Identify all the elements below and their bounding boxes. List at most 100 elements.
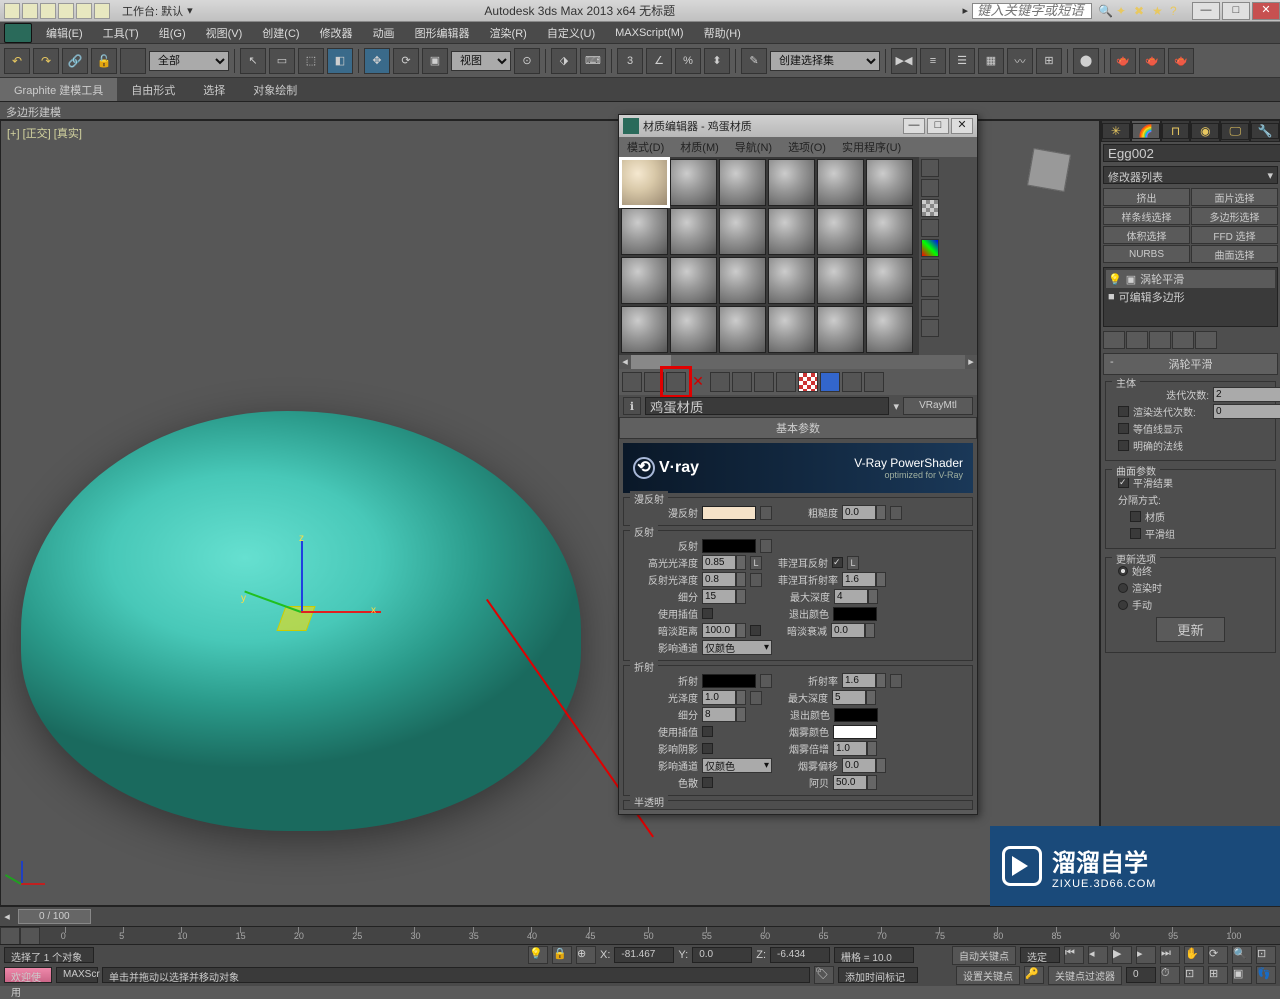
make-unique-button[interactable] [732, 372, 752, 392]
iterations-spinner[interactable] [1213, 387, 1263, 402]
gizmo-y-axis[interactable] [244, 591, 301, 613]
play-button[interactable]: ▶ [1112, 946, 1132, 964]
walk-button[interactable]: 👣 [1256, 966, 1276, 984]
material-slot-18[interactable] [866, 257, 913, 304]
trackbar-toggle-icon[interactable] [0, 927, 20, 945]
material-slot-10[interactable] [768, 208, 815, 255]
stack-editablepoly[interactable]: ■ 可编辑多边形 [1106, 288, 1275, 306]
isolate-button[interactable]: 🔒 [552, 946, 572, 964]
refr-gloss-map-button[interactable] [750, 691, 762, 705]
material-slot-7[interactable] [621, 208, 668, 255]
roughness-map-button[interactable] [890, 506, 902, 520]
material-slot-scrollbar[interactable]: ◂ ▸ [619, 355, 977, 369]
menu-customize[interactable]: 自定义(U) [537, 25, 605, 41]
update-manual-radio[interactable] [1118, 600, 1128, 610]
arc-rotate-button[interactable]: ⟳ [1208, 946, 1228, 964]
refl-subdiv-spinner[interactable] [702, 589, 746, 604]
spinner-snap-button[interactable]: ⬍ [704, 48, 730, 74]
go-forward-button[interactable] [864, 372, 884, 392]
diffuse-color-swatch[interactable] [702, 506, 756, 520]
tab-display[interactable]: 🖵 [1220, 120, 1250, 142]
next-frame-button[interactable]: ▸ [1136, 946, 1156, 964]
scale-button[interactable]: ▣ [422, 48, 448, 74]
qat-open-icon[interactable] [22, 3, 38, 19]
workspace-label[interactable]: 工作台: 默认 [122, 3, 183, 19]
close-button[interactable]: ✕ [1252, 2, 1280, 20]
menu-views[interactable]: 视图(V) [196, 25, 253, 41]
material-slot-20[interactable] [670, 306, 717, 353]
reflect-map-button[interactable] [760, 539, 772, 553]
stack-turbosmooth[interactable]: 💡 ▣ 涡轮平滑 [1106, 270, 1275, 288]
dim-dist-check[interactable] [750, 625, 761, 636]
material-editor-titlebar[interactable]: 材质编辑器 - 鸡蛋材质 — □ ✕ [619, 115, 977, 137]
lightbulb-icon[interactable]: 💡 [1108, 273, 1122, 286]
update-button[interactable]: 更新 [1156, 617, 1225, 642]
me-menu-material[interactable]: 材质(M) [672, 139, 727, 155]
backlight-button[interactable] [921, 179, 939, 197]
time-tag-button[interactable]: 🏷 [814, 966, 834, 984]
menu-help[interactable]: 帮助(H) [694, 25, 751, 41]
x-value-field[interactable]: -81.467 [614, 947, 674, 963]
material-slot-23[interactable] [817, 306, 864, 353]
key-sel-dropdown[interactable]: 选定对 [1020, 947, 1060, 963]
show-end-result-button[interactable] [820, 372, 840, 392]
smooth-result-check[interactable] [1118, 477, 1129, 488]
align-button[interactable]: ≡ [920, 48, 946, 74]
layers-button[interactable]: ☰ [949, 48, 975, 74]
material-slot-1[interactable] [621, 159, 668, 206]
put-to-scene-button[interactable] [644, 372, 664, 392]
by-material-check[interactable] [1130, 511, 1141, 522]
rollout-turbosmooth-header[interactable]: 涡轮平滑 [1103, 353, 1278, 375]
coord-display-button[interactable]: ⊕ [576, 946, 596, 964]
tab-utilities[interactable]: 🔧 [1250, 120, 1280, 142]
y-value-field[interactable]: 0.0 [692, 947, 752, 963]
comm-icon[interactable]: ✦ [1116, 4, 1130, 18]
named-sel-select[interactable]: 创建选择集 [770, 51, 880, 71]
mirror-button[interactable]: ▶◀ [891, 48, 917, 74]
refl-interp-check[interactable] [702, 608, 713, 619]
tab-create[interactable]: ✳ [1101, 120, 1131, 142]
dim-dist-spinner[interactable] [702, 623, 746, 638]
me-menu-utilities[interactable]: 实用程序(U) [834, 139, 909, 155]
window-crossing-button[interactable]: ◧ [327, 48, 353, 74]
move-button[interactable]: ✥ [364, 48, 390, 74]
mod-extrude-button[interactable]: 挤出 [1103, 188, 1190, 206]
tab-motion[interactable]: ◉ [1190, 120, 1220, 142]
me-menu-navigation[interactable]: 导航(N) [727, 139, 780, 155]
rotate-button[interactable]: ⟳ [393, 48, 419, 74]
material-editor-button[interactable]: ⬤ [1073, 48, 1099, 74]
pin-stack-button[interactable] [1103, 331, 1125, 349]
max-viewport-button[interactable]: ▣ [1232, 966, 1252, 984]
keymode-button[interactable]: ⌨ [580, 48, 606, 74]
time-config-button[interactable]: ⏱ [1160, 966, 1180, 984]
qat-link-icon[interactable] [94, 3, 110, 19]
link-button[interactable]: 🔗 [62, 48, 88, 74]
ribbon-tab-freeform[interactable]: 自由形式 [117, 78, 189, 101]
exchange-icon[interactable]: ✖ [1134, 4, 1148, 18]
tab-hierarchy[interactable]: ⊓ [1161, 120, 1191, 142]
move-gizmo[interactable]: x y z [241, 551, 361, 671]
zoom-all-button[interactable]: ⊞ [1208, 966, 1228, 984]
menu-group[interactable]: 组(G) [149, 25, 196, 41]
select-name-button[interactable]: ▭ [269, 48, 295, 74]
make-copy-button[interactable] [710, 372, 730, 392]
render-button[interactable]: 🫖 [1168, 48, 1194, 74]
mod-surfsel-button[interactable]: 曲面选择 [1191, 245, 1278, 263]
refr-exit-swatch[interactable] [834, 708, 878, 722]
sample-uv-button[interactable] [921, 219, 939, 237]
help-search-input[interactable] [972, 3, 1092, 19]
hilight-gloss-spinner[interactable] [702, 555, 746, 570]
hilight-lock-button[interactable]: L [750, 556, 762, 570]
ior-map-button[interactable] [890, 674, 902, 688]
angle-snap-button[interactable]: ∠ [646, 48, 672, 74]
rendered-frame-button[interactable]: 🫖 [1139, 48, 1165, 74]
gizmo-z-axis[interactable] [301, 541, 303, 611]
current-frame-field[interactable]: 0 [1126, 967, 1156, 983]
maximize-button[interactable]: □ [1222, 2, 1250, 20]
select-by-mat-button[interactable] [921, 299, 939, 317]
menu-animation[interactable]: 动画 [363, 25, 405, 41]
material-slot-14[interactable] [670, 257, 717, 304]
refl-gloss-map-button[interactable] [750, 573, 762, 587]
modifier-stack[interactable]: 💡 ▣ 涡轮平滑 ■ 可编辑多边形 [1103, 267, 1278, 327]
qat-new-icon[interactable] [4, 3, 20, 19]
